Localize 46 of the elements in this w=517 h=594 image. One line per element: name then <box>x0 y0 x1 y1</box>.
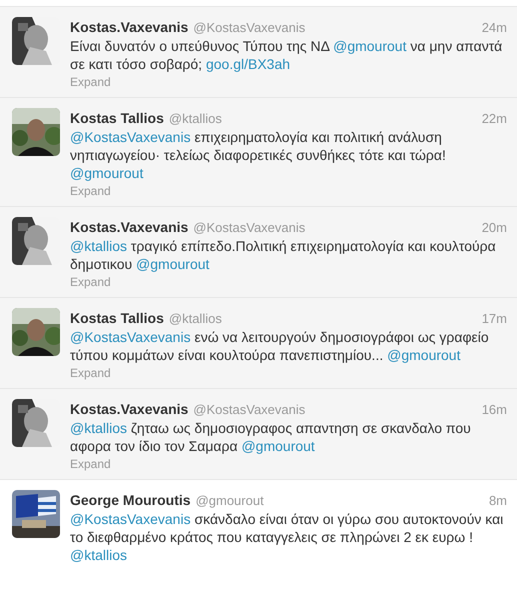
mention-link[interactable]: @ktallios <box>70 238 128 254</box>
author-name[interactable]: Kostas.Vaxevanis <box>70 17 188 38</box>
tweet-text: Είναι δυνατόν ο υπεύθυνος Τύπου της ΝΔ @gmourout να μην απαντά σε κατι τόσο σοβαρό; goo.gl/BX3ah <box>70 37 504 73</box>
mention-link[interactable]: @gmourout <box>333 38 406 54</box>
author-name[interactable]: Kostas Tallios <box>70 308 164 329</box>
author-handle[interactable]: @KostasVaxevanis <box>193 400 306 420</box>
mention-link[interactable]: @KostasVaxevanis <box>70 511 191 527</box>
author-name[interactable]: George Mouroutis <box>70 490 191 511</box>
mention-link[interactable]: @ktallios <box>70 547 128 563</box>
tweet-time[interactable]: 20m <box>482 218 507 238</box>
tweet-text: @KostasVaxevanis επιχειρηματολογία και πολιτική ανάλυση νηπιαγωγείου· τελείως διαφορετικές συνθήκες τότε και τώρα! @gmourout <box>70 128 447 182</box>
tweet-text: @ktallios ζηταω ως δημοσιογραφος απαντηση σε σκανδαλο που αφορα τον ίδιο τον Σαμαρα @gmourout <box>70 419 472 455</box>
mention-link[interactable]: @gmourout <box>136 256 210 272</box>
tweet-card[interactable]: Kostas.Vaxevanis @KostasVaxevanis 20m @ktallios τραγικό επίπεδο.Πολιτική επιχειρηματολογία και κουλτούρα δημοτικου @gmourout Expand <box>0 207 517 298</box>
mention-link[interactable]: @gmourout <box>387 347 460 363</box>
tweet-card[interactable]: Kostas Tallios @ktallios 17m @KostasVaxevanis ενώ να λειτουργούν δημοσιογράφοι ως γραφείο τύπου κομμάτων είναι κουλτούρα πανεπιστημίου... @gmourout Expand <box>0 298 517 389</box>
mention-link[interactable]: @ktallios <box>70 420 128 436</box>
author-name[interactable]: Kostas.Vaxevanis <box>70 399 188 420</box>
tweet-time[interactable]: 8m <box>488 491 507 510</box>
author-handle[interactable]: @gmourout <box>196 491 264 510</box>
tweet-time[interactable]: 16m <box>482 400 507 420</box>
author-handle[interactable]: @KostasVaxevanis <box>193 218 306 238</box>
tweet-text: @KostasVaxevanis ενώ να λειτουργούν δημοσιογράφοι ως γραφείο τύπου κομμάτων είναι κουλτούρα πανεπιστημίου... @gmourout <box>70 328 490 364</box>
tweet-time[interactable]: 22m <box>482 109 507 128</box>
tweet-card[interactable]: Kostas.Vaxevanis @KostasVaxevanis 24m Είναι δυνατόν ο υπεύθυνος Τύπου της ΝΔ @gmourout να μην απαντά σε κατι τόσο σοβαρό; goo.gl/BX3ah Expand <box>0 7 517 98</box>
expand-link[interactable]: Expand <box>70 182 507 200</box>
author-handle[interactable]: @ktallios <box>168 309 222 328</box>
author-name[interactable]: Kostas.Vaxevanis <box>70 217 188 238</box>
mention-link[interactable]: @KostasVaxevanis <box>70 129 191 145</box>
url-link[interactable]: goo.gl/BX3ah <box>206 56 290 72</box>
expand-link[interactable]: Expand <box>70 455 507 473</box>
author-handle[interactable]: @ktallios <box>168 109 222 128</box>
tweet-text: @KostasVaxevanis σκάνδαλο είναι όταν οι γύρω σου αυτοκτονούν και το διεφθαρμένο κράτος που καταγγελεις σε πληρώνει 2 εκ ευρω ! @ktallios <box>70 510 504 564</box>
mention-link[interactable]: @gmourout <box>241 438 315 454</box>
tweet-card[interactable]: Kostas.Vaxevanis @KostasVaxevanis 16m @ktallios ζηταω ως δημοσιογραφος απαντηση σε σκανδαλο που αφορα τον ίδιο τον Σαμαρα @gmourout Expand <box>0 389 517 480</box>
expand-link[interactable]: Expand <box>70 273 507 291</box>
tweet-time[interactable]: 17m <box>482 309 507 328</box>
mention-link[interactable]: @KostasVaxevanis <box>70 329 191 345</box>
tweet-time[interactable]: 24m <box>482 18 507 38</box>
tweet-card[interactable]: Kostas Tallios @ktallios 22m @KostasVaxevanis επιχειρηματολογία και πολιτική ανάλυση νηπιαγωγείου· τελείως διαφορετικές συνθήκες τότε και τώρα! @gmourout Expand <box>0 98 517 207</box>
author-name[interactable]: Kostas Tallios <box>70 108 164 129</box>
expand-link[interactable]: Expand <box>70 73 507 91</box>
tweet-text: @ktallios τραγικό επίπεδο.Πολιτική επιχειρηματολογία και κουλτούρα δημοτικου @gmourout <box>70 237 497 273</box>
author-handle[interactable]: @KostasVaxevanis <box>193 18 306 38</box>
expand-link[interactable]: Expand <box>70 364 507 382</box>
mention-link[interactable]: @gmourout <box>70 165 144 181</box>
